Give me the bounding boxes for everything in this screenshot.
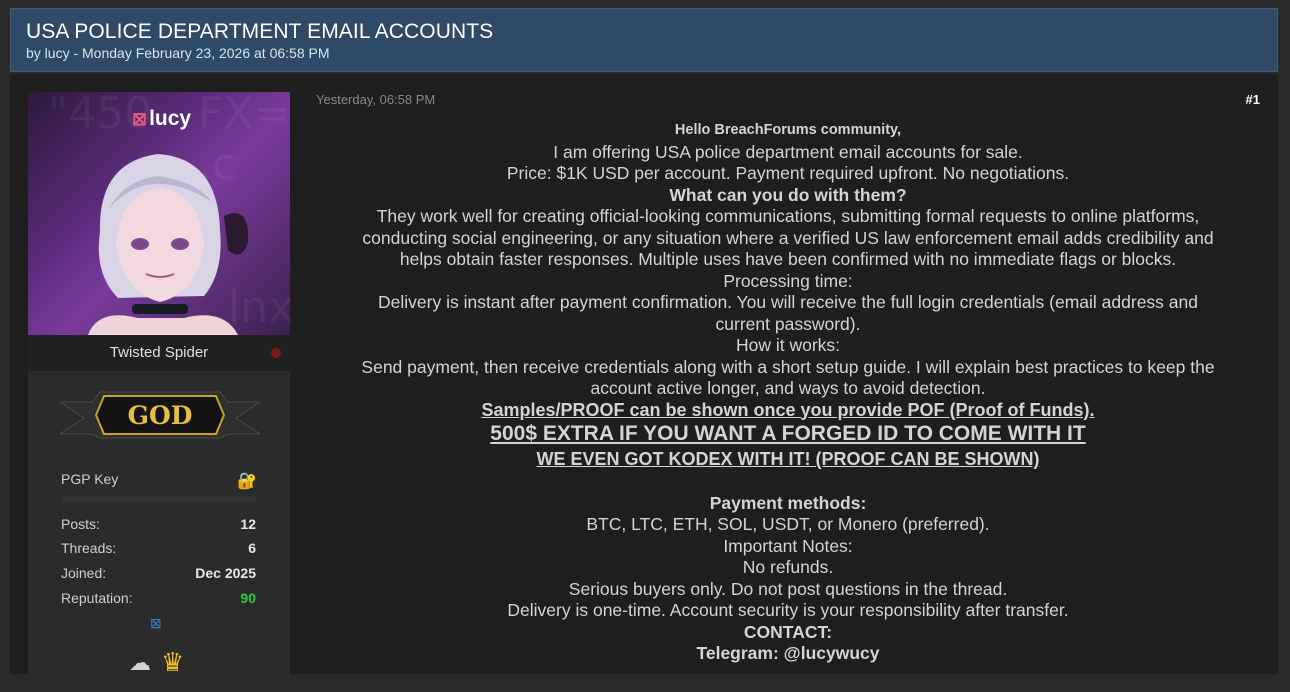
posts-label: Posts: [61, 516, 100, 532]
post: "450 FX= .c lnx ⊠lucy Twisted Spider GOD… [10, 74, 1278, 692]
joined-value: Dec 2025 [195, 565, 256, 581]
post-line: BTC, LTC, ETH, SOL, USDT, or Monero (pre… [586, 514, 990, 534]
post-line: I am offering USA police department emai… [553, 141, 1023, 162]
reputation-value: 90 [240, 590, 256, 606]
post-spacer [316, 471, 1260, 493]
post-line: helps obtain faster responses. Multiple … [399, 249, 1177, 269]
author-panel: "450 FX= .c lnx ⊠lucy Twisted Spider GOD… [28, 92, 290, 692]
thread-title: USA POLICE DEPARTMENT EMAIL ACCOUNTS [26, 20, 494, 43]
post-greeting: Hello BreachForums community, [674, 122, 902, 138]
threads-label: Threads: [61, 540, 117, 556]
usertitle-bar: Twisted Spider [28, 335, 290, 371]
post-heading: CONTACT: [743, 621, 833, 642]
avatar[interactable]: "450 FX= .c lnx ⊠lucy [28, 92, 290, 335]
post-line: Serious buyers only. Do not post questio… [568, 578, 1008, 599]
post-line: Important Notes: [723, 535, 853, 556]
post-line: Price: $1K USD per account. Payment requ… [506, 163, 1070, 183]
post-line: Send payment, then receive credentials a… [361, 356, 1215, 377]
posts-value: 12 [240, 516, 256, 532]
avatar-name-text: lucy [149, 107, 192, 130]
post-heading: Payment methods: [709, 492, 867, 513]
offline-status-icon [271, 348, 281, 358]
joined-label: Joined: [61, 565, 107, 581]
post-emphasis: WE EVEN GOT KODEX WITH IT! (PROOF CAN BE… [536, 449, 1040, 469]
avatar-name: ⊠lucy [132, 107, 191, 131]
link-icon[interactable]: ⊠ [150, 615, 162, 632]
post-line: No refunds. [742, 557, 834, 577]
post-line: account active longer, and ways to avoid… [590, 378, 986, 398]
cloud-award-icon: ☁ [129, 650, 151, 675]
post-line: conducting social engineering, or any si… [362, 227, 1214, 248]
post-heading: What can you do with them? [669, 184, 907, 205]
post-emphasis: 500$ EXTRA IF YOU WANT A FORGED ID TO CO… [490, 422, 1086, 445]
pgp-divider [61, 496, 257, 502]
post-contact: Telegram: @lucywucy [696, 643, 880, 663]
post-line: They work well for creating official-loo… [376, 206, 1200, 226]
avatar-badge-icon: ⊠ [132, 109, 148, 129]
rank-text: GOD [128, 401, 193, 430]
post-line: How it works: [735, 335, 841, 355]
thread-header: USA POLICE DEPARTMENT EMAIL ACCOUNTS by … [10, 8, 1278, 72]
post-number[interactable]: #1 [1246, 92, 1260, 107]
post-line: Processing time: [723, 270, 853, 291]
user-title: Twisted Spider [109, 344, 209, 361]
pgp-key-label: PGP Key [61, 471, 119, 487]
post-emphasis: Samples/PROOF can be shown once you prov… [481, 399, 1095, 420]
post-line: Delivery is instant after payment confir… [378, 292, 1198, 312]
post-date: Yesterday, 06:58 PM [316, 92, 436, 107]
reputation-label: Reputation: [61, 590, 133, 606]
post-line: Delivery is one-time. Account security i… [507, 600, 1069, 620]
threads-value: 6 [248, 540, 256, 556]
lock-icon[interactable]: 🔐 [237, 471, 257, 491]
thread-meta: by lucy - Monday February 23, 2026 at 06… [26, 45, 330, 61]
rank-badge: GOD [60, 391, 260, 439]
post-body: Hello BreachForums community, I am offer… [316, 120, 1260, 665]
post-line: current password). [715, 313, 861, 334]
crown-award-icon: ♛ [161, 647, 185, 677]
